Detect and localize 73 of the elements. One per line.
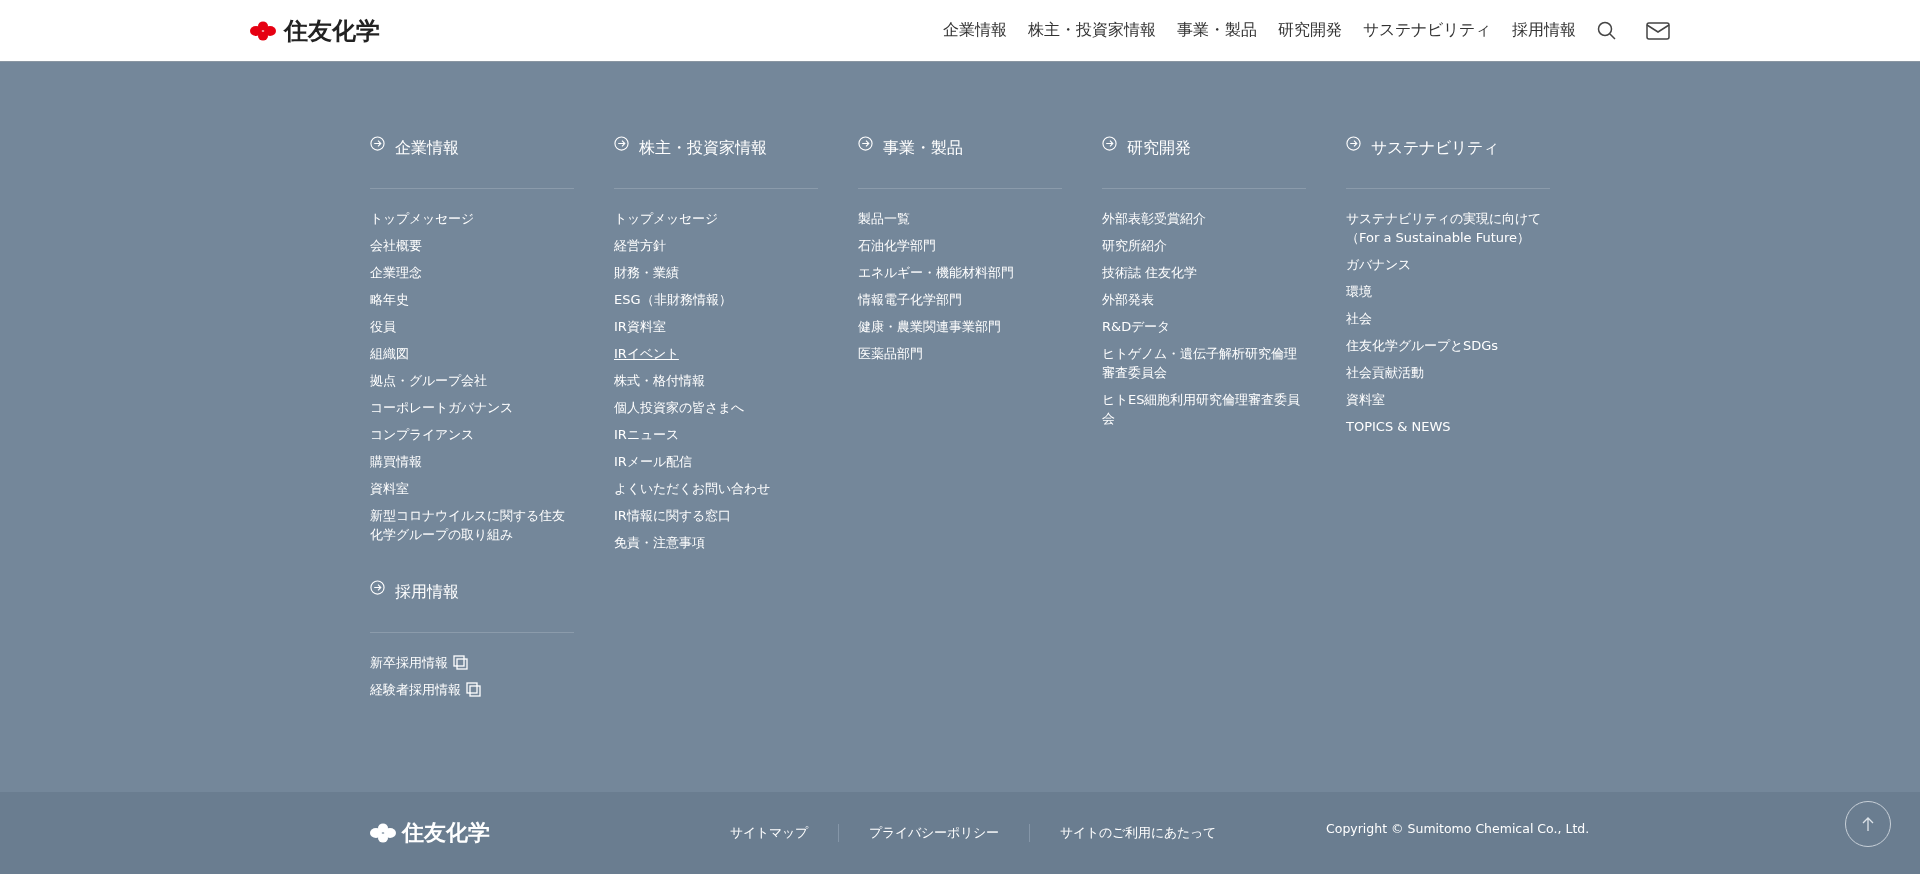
section-heading[interactable]: 採用情報 [395, 582, 459, 602]
section-heading[interactable]: 事業・製品 [883, 138, 963, 158]
nav-link[interactable]: 株主・投資家情報 [1028, 20, 1156, 41]
mail-icon[interactable] [1646, 21, 1670, 40]
footer-link[interactable]: 財務・業績 [614, 263, 679, 282]
footer-link[interactable]: よくいただくお問い合わせ [614, 479, 770, 498]
footer-link[interactable]: 経験者採用情報 [370, 680, 461, 699]
footer-link[interactable]: 外部発表 [1102, 290, 1154, 309]
footer-link[interactable]: IRニュース [614, 425, 679, 444]
footer-link[interactable]: 購買情報 [370, 452, 422, 471]
logo-text: 住友化学 [284, 15, 380, 47]
footer-link[interactable]: エネルギー・機能材料部門 [858, 263, 1014, 282]
footer-link[interactable]: ヒトゲノム・遺伝子解析研究倫理審査委員会 [1102, 344, 1306, 382]
nav-link[interactable]: 事業・製品 [1177, 20, 1257, 41]
footer-link[interactable]: コンプライアンス [370, 425, 474, 444]
footer-link[interactable]: 株式・格付情報 [614, 371, 705, 390]
logo-text: 住友化学 [402, 819, 490, 847]
up-arrow-icon [1861, 816, 1875, 832]
footer-link[interactable]: 社会貢献活動 [1346, 363, 1424, 382]
footer-logo[interactable]: 住友化学 [370, 818, 700, 848]
footer-link[interactable]: 免責・注意事項 [614, 533, 705, 552]
footer-link[interactable]: 情報電子化学部門 [858, 290, 962, 309]
footer-link[interactable]: 資料室 [1346, 390, 1385, 409]
section-heading[interactable]: 企業情報 [395, 138, 459, 158]
nav-link[interactable]: 企業情報 [943, 20, 1007, 41]
footer-bottom-link[interactable]: サイトのご利用にあたって [1029, 824, 1246, 842]
footer-link[interactable]: 環境 [1346, 282, 1372, 301]
footer-link[interactable]: トップメッセージ [370, 209, 474, 228]
footer-link[interactable]: 会社概要 [370, 236, 422, 255]
logo[interactable]: 住友化学 [250, 14, 380, 47]
footer-link[interactable]: 技術誌 住友化学 [1102, 263, 1198, 282]
footer-link[interactable]: 略年史 [370, 290, 409, 309]
footer-link[interactable]: 製品一覧 [858, 209, 910, 228]
footer-link[interactable]: IRメール配信 [614, 452, 692, 471]
footer-link[interactable]: 個人投資家の皆さまへ [614, 398, 744, 417]
footer-link[interactable]: 組織図 [370, 344, 409, 363]
logo-mark-icon [250, 20, 276, 41]
nav-link[interactable]: 採用情報 [1512, 20, 1576, 41]
footer-link[interactable]: 資料室 [370, 479, 409, 498]
footer-link[interactable]: 外部表彰受賞紹介 [1102, 209, 1206, 228]
footer-link[interactable]: 役員 [370, 317, 396, 336]
search-icon[interactable] [1597, 20, 1617, 41]
footer-link[interactable]: 研究所紹介 [1102, 236, 1167, 255]
section-heading[interactable]: 研究開発 [1127, 138, 1191, 158]
footer-link[interactable]: トップメッセージ [614, 209, 718, 228]
footer-bottom-link[interactable]: サイトマップ [700, 824, 838, 842]
footer-link[interactable]: 健康・農業関連事業部門 [858, 317, 1001, 336]
footer-link[interactable]: TOPICS & NEWS [1346, 417, 1451, 436]
footer-link[interactable]: IR資料室 [614, 317, 666, 336]
footer-link[interactable]: ESG（非財務情報） [614, 290, 732, 309]
footer-link[interactable]: IR情報に関する窓口 [614, 506, 731, 525]
footer-link[interactable]: サステナビリティの実現に向けて（For a Sustainable Future） [1346, 209, 1550, 247]
section-heading[interactable]: 株主・投資家情報 [639, 138, 767, 158]
nav-link[interactable]: サステナビリティ [1363, 20, 1491, 41]
logo-mark-icon [370, 823, 396, 843]
footer-link[interactable]: 新卒採用情報 [370, 653, 448, 672]
footer-link[interactable]: 新型コロナウイルスに関する住友化学グループの取り組み [370, 506, 574, 544]
footer-link[interactable]: 医薬品部門 [858, 344, 923, 363]
footer-link[interactable]: R&Dデータ [1102, 317, 1171, 336]
footer-link[interactable]: ガバナンス [1346, 255, 1411, 274]
footer-link[interactable]: 石油化学部門 [858, 236, 936, 255]
footer-bottom-link[interactable]: プライバシーポリシー [838, 824, 1029, 842]
footer-link[interactable]: 拠点・グループ会社 [370, 371, 487, 390]
footer-link[interactable]: コーポレートガバナンス [370, 398, 513, 417]
footer-link[interactable]: 住友化学グループとSDGs [1346, 336, 1499, 355]
footer-link[interactable]: 社会 [1346, 309, 1372, 328]
footer-link[interactable]: 経営方針 [614, 236, 666, 255]
footer-link[interactable]: ヒトES細胞利用研究倫理審査委員会 [1102, 390, 1306, 428]
copyright-text: Copyright © Sumitomo Chemical Co., Ltd. [1326, 820, 1590, 836]
section-heading[interactable]: サステナビリティ [1371, 138, 1499, 158]
footer-link[interactable]: IRイベント [614, 344, 679, 363]
nav-link[interactable]: 研究開発 [1278, 20, 1342, 41]
footer-link[interactable]: 企業理念 [370, 263, 422, 282]
